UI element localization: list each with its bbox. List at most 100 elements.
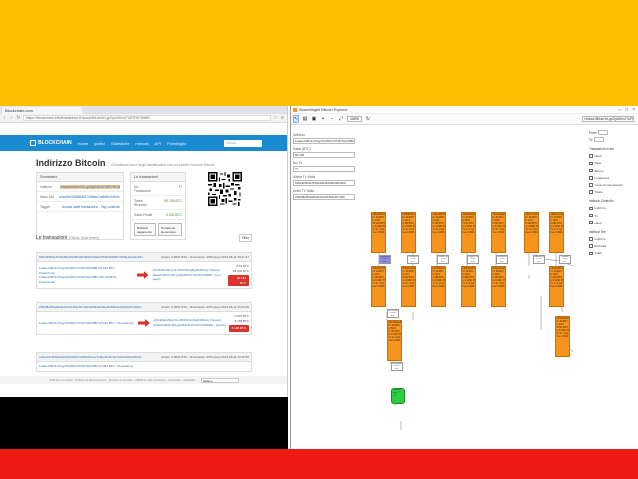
nav-item-charts[interactable]: grafici xyxy=(94,141,105,146)
connector-line: BTC xyxy=(471,260,475,263)
nav-item-wallet[interactable]: Portafoglio xyxy=(167,141,186,146)
connector-line: BTC xyxy=(441,260,445,263)
browser-tab[interactable]: Blockchain.com xyxy=(2,106,82,114)
row-key: Indirizzo xyxy=(40,184,53,189)
tx-inputs: 1HauoU9bUmXrLgrZrjUDKnX7UFf7HCMt8N (8.19… xyxy=(39,266,133,284)
connector-line: BTC xyxy=(500,260,504,263)
node-line: Fee 0.0001 xyxy=(492,285,505,288)
tx-node[interactable]: f29a3c5e06 bl. 241814 tx 9/22 2.226 BTC to 0… xyxy=(491,266,506,307)
node-line: Fee 0.0001 xyxy=(432,285,445,288)
nav-item-home[interactable]: Home xyxy=(78,141,89,146)
tx-input[interactable]: 1HauoU9bUmXrLgrZrjUDKnX7UFf7HCMt8N (0.06… xyxy=(39,364,134,369)
summary-row: Tagget Andalo dalle transazione - Tag con… xyxy=(37,202,123,212)
node-line: Fee 0.0001 xyxy=(402,285,415,288)
tx-node[interactable]: 5c8e01a3d4 bl. 241809 tx 7/17 0.022 BTC to 0… xyxy=(401,266,416,307)
forward-icon[interactable]: › xyxy=(9,115,14,121)
tx-total-button[interactable]: 90.193 BTC xyxy=(227,275,249,286)
star-icon[interactable]: ☆ xyxy=(273,115,278,121)
tx-hash[interactable]: cc9eebfc3530c0e2fa5e6b49e7a63fd1f6e1c7e6… xyxy=(39,355,141,359)
tx-node[interactable]: d04b9e2f87 bl. 241813 tx 1/15 0.682 BTC to 0… xyxy=(461,266,476,307)
tx-hash[interactable]: 2f38d8ef6daa8a9e9c2f1f4b3eb07c82a99f2ddc… xyxy=(39,305,141,309)
page-title-text: Indirizzo Bitcoin xyxy=(36,158,106,168)
tx-date: (Costo: 0.0001 BTC - Dimensioni: 258 byt… xyxy=(160,255,249,259)
tx-date: (Costo: 0.0001 BTC - Dimensioni: 225 byt… xyxy=(160,305,249,309)
tx-inputs: 1HauoU9bUmXrLgrZrjUDKnX7UFf7HCMt8N (8.19… xyxy=(39,321,134,326)
node-line: OK xyxy=(393,394,397,397)
address-connector[interactable]: 1A6sNbQ2 0.750 BTC xyxy=(533,255,545,264)
tx-input[interactable]: 1HauoU9bUmXrLgrZrjUDKnX7UFf7HCMt8N (90.1… xyxy=(39,275,133,284)
tags-value[interactable]: Andalo dalle transazione - Tag condivisi xyxy=(62,205,120,209)
tx-node[interactable]: 7d2e44f0ab bl. 241812 tx 8/20 6.330 BTC to 0… xyxy=(491,212,506,253)
connector-line: BTC xyxy=(411,260,415,263)
summary-row: Hash 160 b3cc6b2336880b5706f8ea7a8b9b1f4b… xyxy=(37,192,123,202)
tx-header: b95e9b5b9e7b90c63b2f2d6f4d4f33b9b19a9e57… xyxy=(37,253,251,262)
row-key: Hash 160 xyxy=(40,194,55,199)
address-bar: ‹ › ↻ https://blockchain.info/it/address… xyxy=(0,114,287,123)
tx-output[interactable]: 1HauoU9bUmXrLgrZrjUDKnX7UFf7HCMt8N - (no… xyxy=(152,273,227,282)
transaction-graph: b95e9b5b9e bl. 241806 tx 1/23 90.193 BTC to … xyxy=(291,106,638,449)
tx-node[interactable]: 91b7f2a0e8 bl. 241819 tx 5/13 0.750 BTC to 0… xyxy=(387,320,402,361)
qr-code xyxy=(208,172,242,206)
tx-node[interactable]: 8a7f66b2c1 bl. 241811 tx 3/21 1.158 BTC to 0… xyxy=(431,266,446,307)
tx-node[interactable]: 2f38d8ef6d bl. 241807 tx 3/14 8.190 BTC to 0… xyxy=(401,212,416,253)
address-connector[interactable]: 1D8vXe4K 2.226 BTC xyxy=(496,255,508,264)
url-field[interactable]: https://blockchain.info/it/address/1Hauo… xyxy=(23,115,271,121)
tx-input[interactable]: 1HauoU9bUmXrLgrZrjUDKnX7UFf7HCMt8N (8.19… xyxy=(39,266,133,275)
site-logo[interactable]: BLOCKCHAIN xyxy=(30,140,72,146)
black-block xyxy=(0,397,288,449)
tx-node[interactable]: e60fbc4d12 bl. 241818 tx 6/16 4.882 BTC to 0… xyxy=(549,212,564,253)
address-connector[interactable]: 1HauoU9b 0.022 BTC xyxy=(379,255,391,264)
target-address-node[interactable]: 1FfmbH fQjQ OK xyxy=(391,388,405,404)
tx-output[interactable]: 1HauoU9bUmXrLgrZrjUDKnX7UFf7HCMt8N - (sp… xyxy=(154,323,226,328)
node-line: Fee 0.0001 xyxy=(556,335,569,338)
address-connector[interactable]: 1PqW93Tn 0.682 BTC xyxy=(467,255,479,264)
tx-amounts: 8.19 BTC 82.003 BTC 90.193 BTC xyxy=(227,264,249,286)
tab-bar: Blockchain.com xyxy=(0,106,287,114)
tx-outputs: 1KhnkMu2hhqYzLuNKzSGzQbg3ntD5ucy (Speso)… xyxy=(154,318,226,327)
address-connector[interactable]: 1MzLx7Rp 1.158 BTC xyxy=(437,255,449,264)
connector-line: BTC xyxy=(391,314,395,317)
nav-item-api[interactable]: API xyxy=(155,141,161,146)
footer-links[interactable]: Utilizza e Contatti · Politica di Riserv… xyxy=(49,378,195,382)
site-search-input[interactable]: Cerca... xyxy=(224,139,262,147)
address-connector[interactable]: 1KhnkMu2 8.168 BTC xyxy=(407,255,419,264)
node-line: Fee 0.0001 xyxy=(402,231,415,234)
language-select[interactable]: Italiano xyxy=(200,377,239,383)
row-value: 0.000 BTC xyxy=(166,212,182,217)
transaction-item: b95e9b5b9e7b90c63b2f2d6f4d4f33b9b19a9e57… xyxy=(36,252,252,289)
tx-amount: 82.003 BTC xyxy=(232,268,249,273)
tx-list-header: Le transazioni (Oldest, Most recent) Fil… xyxy=(36,234,252,242)
address-connector[interactable]: 1C7rTz5W 1.330 BTC xyxy=(387,309,399,318)
tx-hash[interactable]: b95e9b5b9e7b90c63b2f2d6f4d4f33b9b19a9e57… xyxy=(39,255,143,259)
logo-icon xyxy=(30,140,36,146)
summary-row: Indirizzo 1HauoU9bUmXrLgrZrjUDKnX7UFf7HCM… xyxy=(37,182,123,192)
address-connector[interactable]: 1G2yUa8P 0.030 BTC xyxy=(391,362,403,371)
node-line: Fee 0.0001 xyxy=(550,231,563,234)
tx-node[interactable]: 16ce8d4b53 bl. 241816 tx 2/18 1.330 BTC to 0… xyxy=(549,266,564,307)
nav-item-stats[interactable]: Statistiche xyxy=(111,141,129,146)
tx-node[interactable]: b95e9b5b9e bl. 241806 tx 1/23 90.193 BTC to … xyxy=(371,212,386,253)
tx-node[interactable]: c3d1e5f9a2 bl. 241817 tx 4/16 3.016 BTC to 0… xyxy=(555,316,570,357)
address-connector[interactable]: 1J3fHk9L 3.016 BTC xyxy=(559,255,571,264)
tx-node[interactable]: cc9eebfc35 bl. 241808 tx 2/11 8.168 BTC to 0… xyxy=(431,212,446,253)
nav-item-markets[interactable]: mercati xyxy=(135,141,148,146)
tx-node[interactable]: 3b9d5e8f70 bl. 241807 tx 2/14 8.190 BTC to 0… xyxy=(371,266,386,307)
menu-icon[interactable]: ≡ xyxy=(280,115,285,121)
filter-button[interactable]: Filtro xyxy=(238,234,252,242)
tx-node[interactable]: 4f1a0c9b2e bl. 241810 tx 5/19 7.012 BTC to 0… xyxy=(461,212,476,253)
tx-input[interactable]: 1HauoU9bUmXrLgrZrjUDKnX7UFf7HCMt8N (8.19… xyxy=(39,321,134,326)
tx-node[interactable]: a13c77e901 bl. 241815 tx 4/12 5.104 BTC to 0… xyxy=(524,212,539,253)
page-title: Indirizzo Bitcoin Gli indirizzi sono deg… xyxy=(36,158,287,168)
hash160-value[interactable]: b3cc6b2336880b5706f8ea7a8b9b1f4b7b485f89 xyxy=(59,195,120,199)
row-value: 77 xyxy=(178,184,182,189)
reload-icon[interactable]: ↻ xyxy=(16,115,21,121)
address-value[interactable]: 1HauoU9bUmXrLgrZrjUDKnX7UFf7HCMt8N xyxy=(60,184,120,189)
tx-outputs: 1KhnkMu2hhqYzLuNKzSGzQbg3ntD5ucy (Speso)… xyxy=(152,268,227,282)
yellow-band xyxy=(0,0,638,106)
connector-line: BTC xyxy=(383,260,387,263)
tx-list-order[interactable]: (Oldest, Most recent) xyxy=(69,236,99,240)
back-icon[interactable]: ‹ xyxy=(2,115,7,121)
node-line: Fee 0.0001 xyxy=(525,231,538,234)
tx-total-button[interactable]: 8.190 BTC xyxy=(228,325,249,332)
explorer-app-window: Searchingbit Bitcoin Explorer – □ × ↖ ▤ … xyxy=(290,106,638,449)
